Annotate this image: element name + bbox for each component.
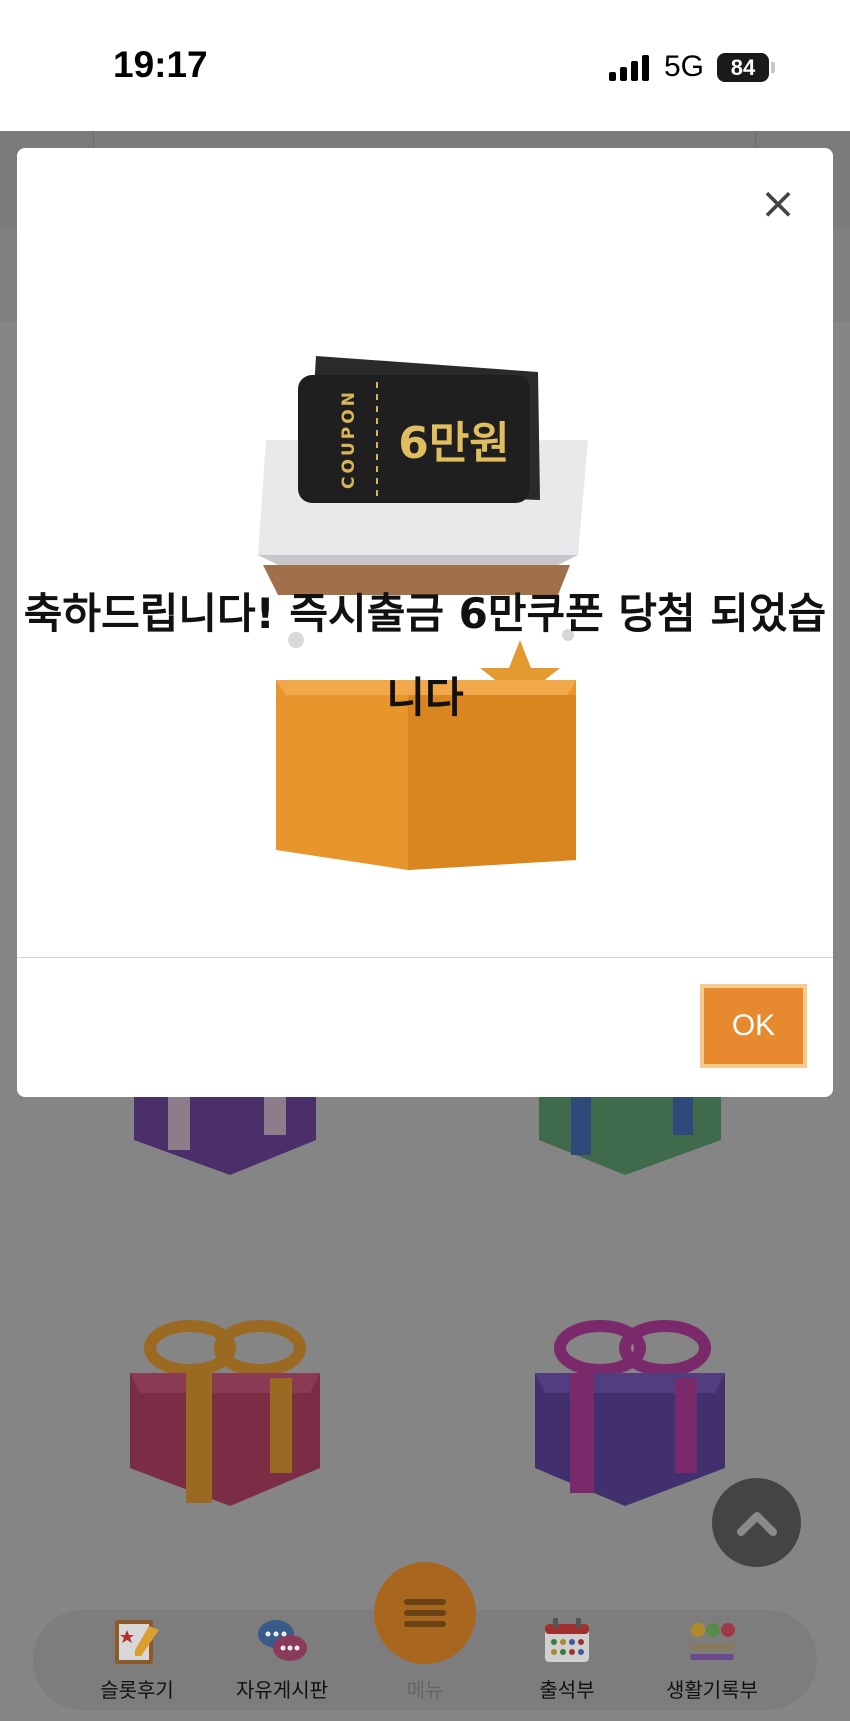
nav-label-slot-review: 슬롯후기 [100,1678,174,1702]
gift-box-violet-icon[interactable] [525,1318,735,1508]
nav-label-life-record: 생활기록부 [666,1678,758,1702]
gift-box-green-icon[interactable] [535,1090,725,1180]
emoji-progress-icon [690,1623,735,1660]
chevron-up-icon [736,1511,777,1536]
close-icon: × [759,177,797,229]
menu-button[interactable] [374,1562,476,1664]
ok-button[interactable]: OK [700,984,807,1068]
modal-divider [17,957,833,958]
battery-icon: 84 [717,53,769,82]
nav-label-free-board: 자유게시판 [236,1678,328,1702]
network-label: 5G [664,50,705,83]
nav-label-attendance: 출석부 [539,1678,595,1702]
battery-tip [771,62,775,73]
nav-item-free-board[interactable]: 자유게시판 [212,1616,352,1703]
close-button[interactable]: × [755,177,801,229]
calendar-icon [545,1618,589,1662]
coupon-ticket: COUPON 6만원 [298,356,540,503]
scroll-to-top-button[interactable] [712,1478,801,1567]
review-notepad-icon [115,1620,159,1664]
coupon-amount: 6만원 [398,418,510,469]
gift-box-red-icon[interactable] [120,1318,330,1508]
coupon-side-text: COUPON [339,389,359,489]
signal-strength-icon [609,55,651,81]
modal-message: 축하드립니다! 즉시출금 6만쿠폰 당첨 되었습니다 [23,589,827,722]
chat-bubbles-icon [258,1620,307,1661]
status-time: 19:17 [113,44,208,85]
gift-box-purple-icon[interactable] [130,1090,320,1180]
nav-item-slot-review[interactable]: 슬롯후기 [67,1616,207,1703]
status-bar: 19:17 5G 84 [0,0,850,131]
nav-item-life-record[interactable]: 생활기록부 [642,1616,782,1703]
nav-label-menu: 메뉴 [406,1678,444,1702]
hamburger-menu-icon [404,1594,446,1632]
nav-item-attendance[interactable]: 출석부 [497,1616,637,1703]
